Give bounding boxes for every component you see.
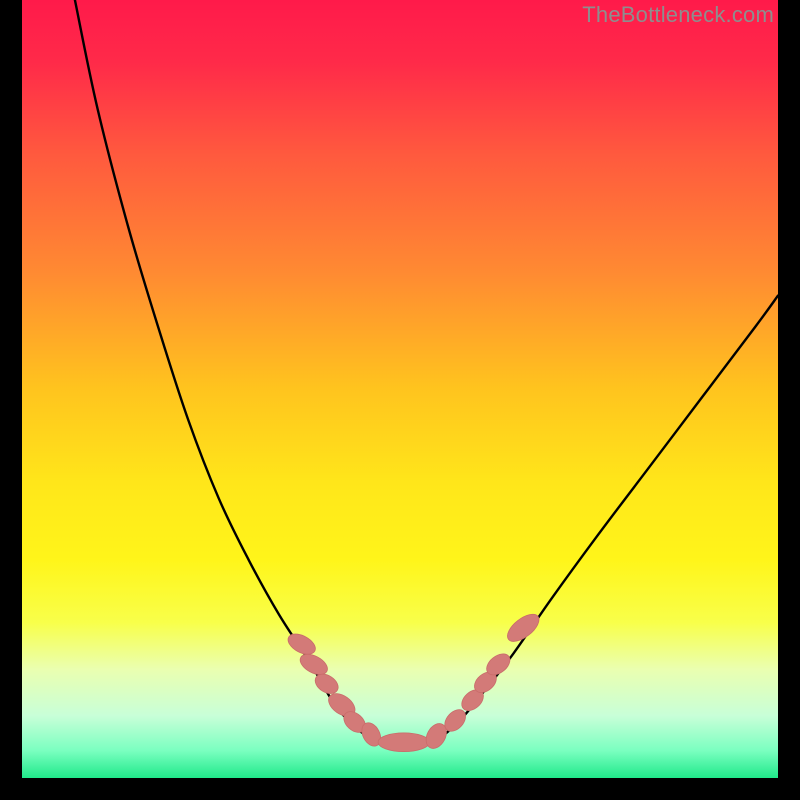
watermark-text: TheBottleneck.com [582, 2, 774, 28]
chart-frame [22, 0, 778, 778]
curve-marker [378, 733, 429, 752]
gradient-background [22, 0, 778, 778]
bottleneck-curve-chart [22, 0, 778, 778]
